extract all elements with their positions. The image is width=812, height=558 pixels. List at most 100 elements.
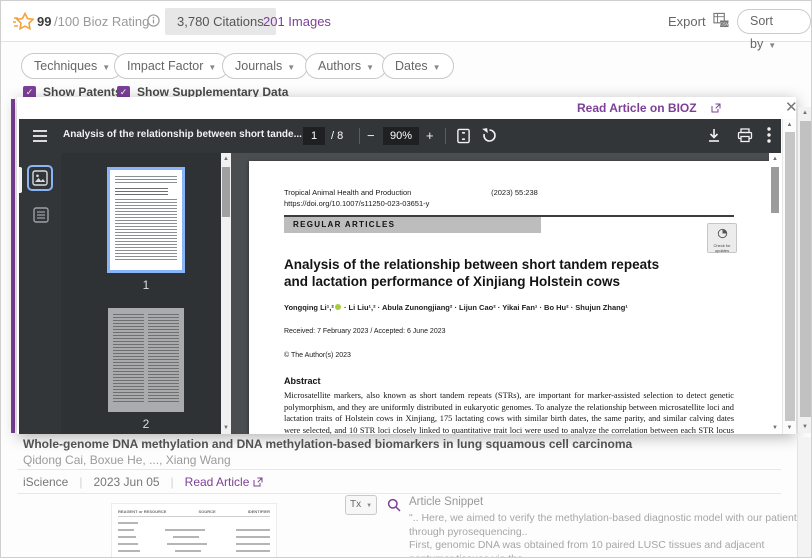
read-article-on-bioz-link[interactable]: Read Article on BIOZ — [577, 101, 697, 115]
table-row — [118, 536, 270, 538]
result-card-accent-bar — [11, 99, 15, 433]
svg-text:CSV: CSV — [720, 22, 729, 27]
crossmark-icon — [717, 228, 728, 239]
zoom-level[interactable]: 90% — [383, 127, 419, 145]
download-icon[interactable] — [707, 128, 721, 143]
rotate-icon[interactable] — [481, 127, 498, 144]
result-meta-row: iScience | 2023 Jun 05 | Read Article — [23, 475, 263, 489]
citations-tab[interactable]: 3,780 Citations — [165, 8, 276, 35]
thumbnails-panel-icon[interactable] — [27, 165, 53, 191]
pdf-body: 1 2 ▲ ▼ Tro — [19, 153, 781, 434]
snippet-line: ".. Here, we aimed to verify the methyla… — [409, 512, 805, 539]
journal-issue: (2023) 55:238 — [491, 188, 538, 197]
filter-impact-factor[interactable]: Impact Factor ▼ — [114, 53, 229, 79]
page-number-input[interactable] — [303, 127, 325, 145]
chevron-down-icon: ▼ — [102, 63, 110, 72]
figure-table-header: REAGENT or RESOURCE — [118, 509, 166, 514]
search-icon[interactable] — [387, 498, 401, 512]
filter-label: Impact Factor — [127, 59, 203, 73]
received-accepted-line: Received: 7 February 2023 / Accepted: 6 … — [284, 327, 734, 336]
bioz-rating-label: /100 Bioz Rating — [54, 14, 149, 29]
close-icon[interactable]: ✕ — [785, 98, 798, 116]
zoom-out-button[interactable]: − — [367, 128, 375, 143]
text-size-label: Tx — [350, 499, 361, 510]
filter-label: Techniques — [34, 59, 97, 73]
pdf-preview-modal: Read Article on BIOZ ✕ Analysis of the r… — [17, 97, 796, 434]
divider — [359, 128, 360, 144]
more-options-icon[interactable] — [767, 127, 771, 143]
table-row — [118, 522, 270, 524]
page-1-label: 1 — [61, 278, 231, 292]
result-title[interactable]: Whole-genome DNA methylation and DNA met… — [23, 437, 632, 451]
result-authors: Qidong Cai, Boxue He, ..., Xiang Wang — [23, 453, 231, 467]
check-for-updates-badge: Check for updates — [707, 223, 737, 253]
pdf-content-area: Tropical Animal Health and Production (2… — [231, 153, 781, 434]
pdf-sidebar-rail — [19, 153, 61, 434]
bioz-product-page: 99 /100 Bioz Rating 3,780 Citations 201 … — [0, 0, 812, 558]
pdf-page-1: Tropical Animal Health and Production (2… — [249, 161, 769, 434]
page-total-label: / 8 — [331, 130, 343, 142]
filter-dates[interactable]: Dates ▼ — [382, 53, 454, 79]
article-title: Analysis of the relationship between sho… — [284, 256, 734, 290]
divider: | — [171, 475, 174, 489]
snippet-figure-thumbnail[interactable]: REAGENT or RESOURCE SOURCE IDENTIFIER — [111, 503, 277, 558]
info-icon[interactable] — [147, 14, 160, 27]
divider — [17, 493, 781, 494]
copyright-line: © The Author(s) 2023 — [284, 351, 734, 360]
bioz-rating-star-icon — [13, 12, 34, 31]
figure-table-header: IDENTIFIER — [248, 509, 270, 514]
external-link-icon — [711, 103, 721, 113]
section-banner: REGULAR ARTICLES — [284, 217, 541, 233]
snippet-line: First, genomic DNA was obtained from 10 … — [409, 539, 805, 558]
modal-scrollbar[interactable]: ▲ ▼ — [782, 119, 796, 434]
active-panel-indicator — [19, 167, 22, 193]
menu-icon[interactable] — [32, 129, 48, 143]
pdf-thumbnails-panel: 1 2 ▲ ▼ — [61, 153, 231, 434]
chevron-down-icon: ▼ — [208, 63, 216, 72]
divider — [445, 128, 446, 144]
page-2-thumbnail[interactable] — [108, 308, 184, 412]
filter-label: Dates — [395, 59, 428, 73]
page-scrollbar[interactable]: ▲ ▼ — [797, 107, 812, 433]
filter-authors[interactable]: Authors ▼ — [305, 53, 387, 79]
page-1-thumbnail[interactable] — [107, 167, 185, 273]
images-tab[interactable]: 201 Images — [263, 14, 331, 29]
read-article-link[interactable]: Read Article — [185, 475, 250, 489]
article-snippet-heading: Article Snippet — [409, 496, 483, 508]
fit-to-page-icon[interactable] — [456, 128, 471, 144]
filter-journals[interactable]: Journals ▼ — [222, 53, 308, 79]
print-icon[interactable] — [737, 128, 753, 143]
external-link-icon — [253, 477, 263, 487]
table-row — [118, 529, 270, 531]
export-csv-icon[interactable]: CSV — [713, 12, 729, 28]
doi-link: https://doi.org/10.1007/s11250-023-03651… — [284, 199, 734, 208]
journal-header-line: Tropical Animal Health and Production (2… — [284, 188, 734, 197]
chevron-down-icon: ▼ — [433, 63, 441, 72]
outline-panel-icon[interactable] — [29, 203, 53, 227]
sort-by-dropdown[interactable]: Sort by▼ — [737, 9, 811, 34]
filter-label: Authors — [318, 59, 361, 73]
chevron-down-icon: ▼ — [768, 41, 776, 50]
pdf-content-scrollbar[interactable]: ▲ ▼ — [769, 153, 781, 434]
top-bar: 99 /100 Bioz Rating 3,780 Citations 201 … — [1, 1, 811, 42]
export-button[interactable]: Export — [668, 14, 706, 29]
divider — [17, 469, 781, 470]
orcid-icon — [335, 304, 341, 310]
abstract-text: Microsatellite markers, also known as sh… — [284, 390, 734, 434]
page-scrollbar-track[interactable] — [797, 437, 812, 558]
chevron-down-icon: ▼ — [366, 63, 374, 72]
chevron-down-icon: ▼ — [287, 63, 295, 72]
divider — [118, 516, 270, 517]
divider: | — [79, 475, 82, 489]
zoom-in-button[interactable]: + — [426, 128, 434, 143]
figure-table-header: SOURCE — [199, 509, 216, 514]
text-size-dropdown[interactable]: Tx▼ — [345, 495, 377, 515]
thumbnails-scrollbar[interactable]: ▲ ▼ — [221, 153, 231, 434]
filter-techniques[interactable]: Techniques ▼ — [21, 53, 123, 79]
check-updates-text: Check for updates — [708, 244, 736, 253]
result-journal: iScience — [23, 475, 68, 489]
filter-label: Journals — [235, 59, 282, 73]
page-2-label: 2 — [61, 417, 231, 431]
journal-name: Tropical Animal Health and Production — [284, 188, 489, 197]
pdf-viewer: Analysis of the relationship between sho… — [19, 119, 781, 434]
